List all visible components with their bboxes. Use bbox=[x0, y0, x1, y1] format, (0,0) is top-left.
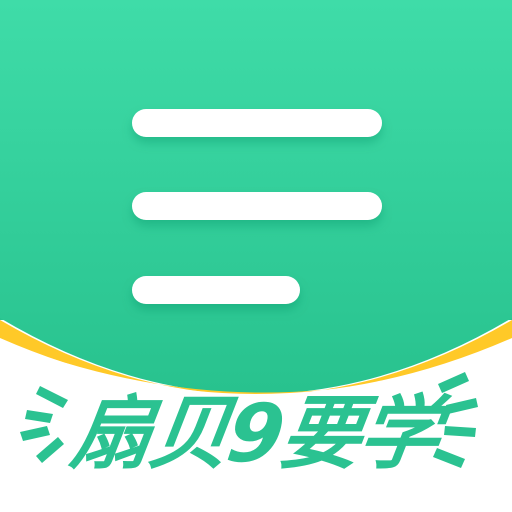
app-icon[interactable]: 扇贝9要学 bbox=[0, 0, 512, 512]
app-name-text: 扇贝9要学 bbox=[65, 387, 445, 480]
menu-line-top bbox=[132, 109, 382, 137]
menu-line-bottom bbox=[132, 276, 300, 304]
menu-line-middle bbox=[132, 192, 382, 220]
